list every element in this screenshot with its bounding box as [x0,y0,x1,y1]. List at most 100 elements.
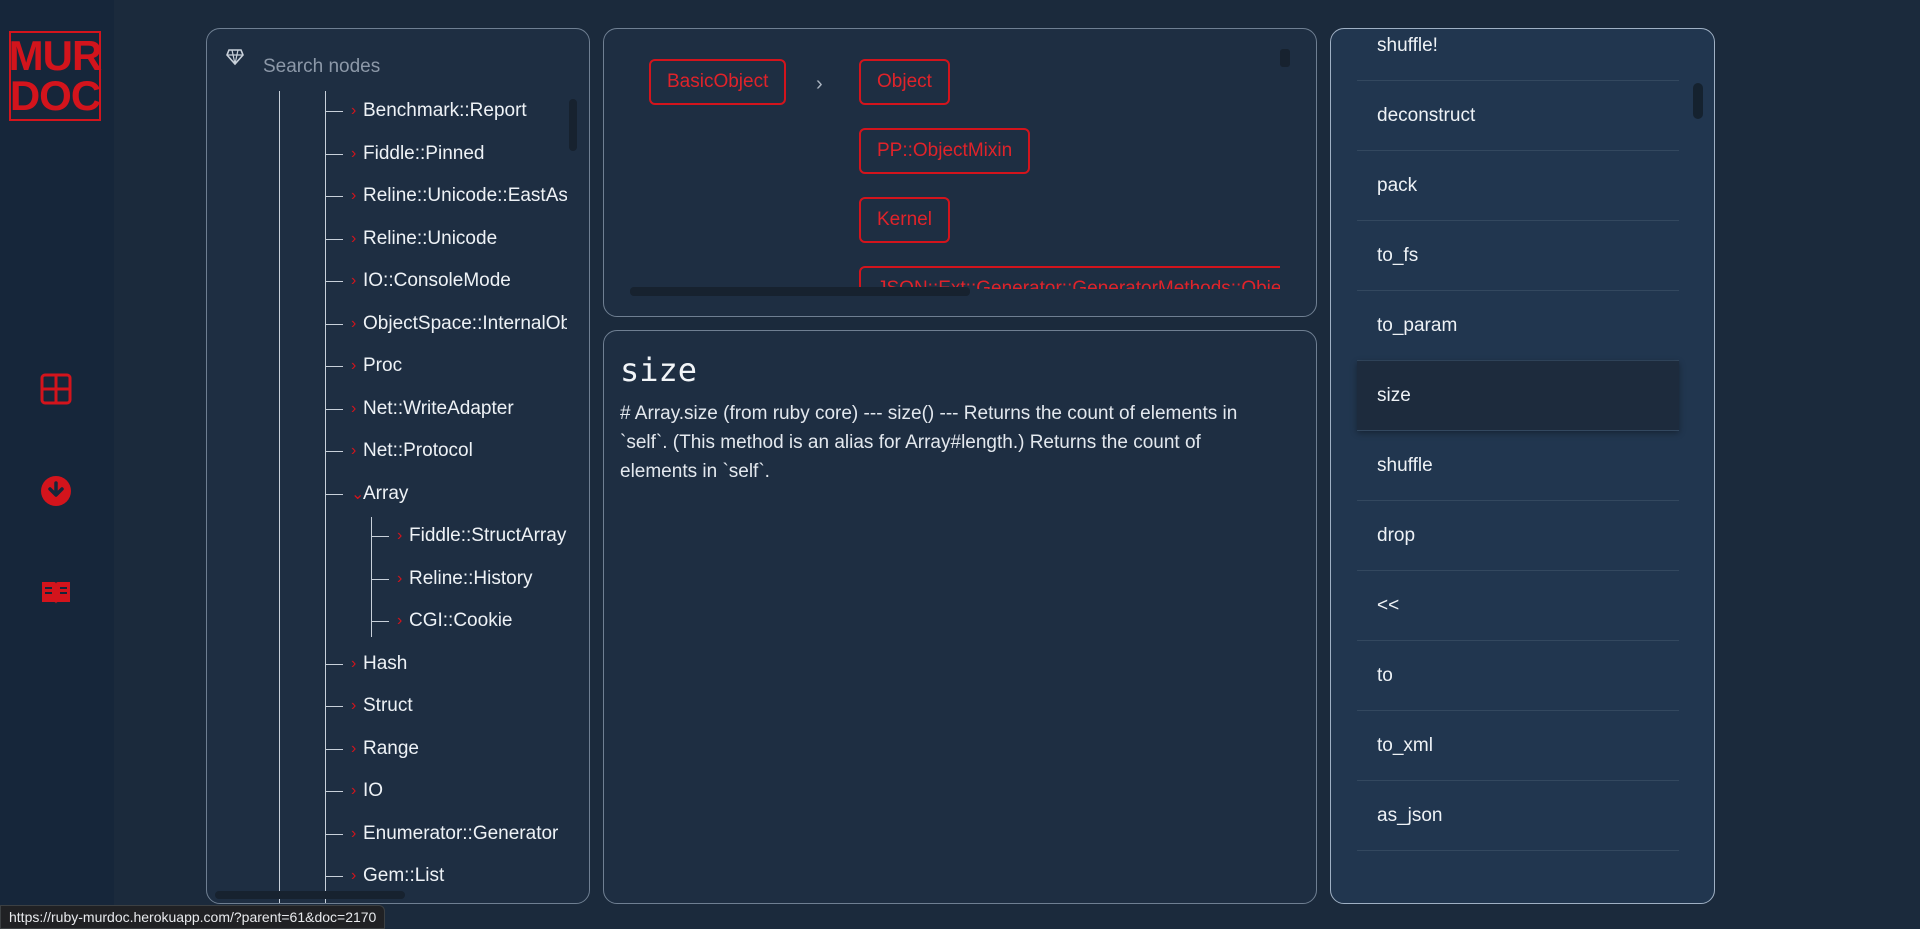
chevron-right-icon[interactable]: › [351,145,363,163]
tree-connector [325,110,343,112]
tree-node[interactable]: › Net::Protocol [325,436,473,466]
ancestor-chip[interactable]: Kernel [859,197,950,243]
chevron-right-icon[interactable]: › [351,442,363,460]
tree-node-label: IO::ConsoleMode [363,270,511,291]
chevron-right-icon[interactable]: › [397,612,409,630]
method-item[interactable]: shuffle [1357,431,1679,501]
tree-connector [325,365,343,367]
tree-node[interactable]: › Reline::History [371,564,533,594]
tree-node-label: Fiddle::StructArray [409,525,567,546]
chevron-right-icon[interactable]: › [351,102,363,120]
tree-vertical-scrollbar[interactable] [569,99,577,151]
search-input[interactable] [261,51,565,83]
ancestor-chip[interactable]: JSON::Ext::Generator::GeneratorMethods::… [859,266,1280,289]
tree-node-label: Benchmark::Report [363,100,527,121]
method-item[interactable]: to_param [1357,291,1679,361]
tree-node-label: Range [363,738,419,759]
method-item[interactable]: size [1357,361,1679,431]
tree-node[interactable]: › CGI::Cookie [371,606,512,636]
search-bar [225,41,245,71]
documentation-panel: size # Array.size (from ruby core) --- s… [603,330,1317,904]
tree-node[interactable]: › Gem::List [325,861,444,891]
tree-connector [325,323,343,325]
chevron-right-icon[interactable]: › [397,527,409,545]
tree-horizontal-scrollbar[interactable] [215,891,405,899]
class-tree-panel: ›Benchmark::Report›Fiddle::Pinned›Reline… [206,28,590,904]
chevron-right-icon[interactable]: › [351,357,363,375]
ancestor-chip[interactable]: Object [859,59,950,105]
chevron-right-icon[interactable]: › [351,187,363,205]
tree-node-label: CGI::Cookie [409,610,513,631]
chevron-down-icon[interactable]: ⌄ [351,484,364,504]
tree-node[interactable]: › Fiddle::StructArray [371,521,566,551]
chevron-right-icon[interactable]: › [351,400,363,418]
tree-node[interactable]: ›ObjectSpace::InternalObjectWrapper [325,309,567,339]
tree-node-label: Fiddle::Pinned [363,143,485,164]
chevron-right-icon[interactable]: › [351,655,363,673]
tree-connector [325,833,343,835]
status-url: https://ruby-murdoc.herokuapp.com/?paren… [0,905,386,929]
tree-node[interactable]: › Struct [325,691,413,721]
method-item[interactable]: << [1357,571,1679,641]
book-icon[interactable] [40,576,72,608]
tree-node-label: Reline::History [409,568,533,589]
method-item[interactable]: to_xml [1357,711,1679,781]
method-item[interactable]: shuffle! [1357,29,1679,81]
chevron-right-icon[interactable]: › [351,697,363,715]
ancestor-chip[interactable]: PP::ObjectMixin [859,128,1031,174]
chevron-right-icon[interactable]: › [351,867,363,885]
tree-connector [325,790,343,792]
tree-node[interactable]: › Benchmark::Report [325,96,527,126]
method-item[interactable]: deconstruct [1357,81,1679,151]
methods-panel: shuffle! deconstruct pack to_fs to_param size… [1330,28,1715,904]
chevron-right-icon[interactable]: › [397,570,409,588]
tree-node[interactable]: › IO [325,776,383,806]
tree-node-label: Proc [363,355,403,376]
method-item[interactable]: to [1357,641,1679,711]
download-icon[interactable] [40,475,72,507]
ancestry-horizontal-scrollbar[interactable] [630,287,970,296]
grid-icon[interactable] [40,373,72,405]
tree-guide-line [279,91,280,903]
tree-node[interactable]: ⌄ Array [325,479,408,509]
tree-node-label: Reline::Unicode [363,228,498,249]
method-item[interactable]: drop [1357,501,1679,571]
tree-node[interactable]: › Hash [325,649,407,679]
tree-node[interactable]: › Fiddle::Pinned [325,139,484,169]
tree-node[interactable]: › Range [325,734,419,764]
ancestry-panel: BasicObject › Object PP::ObjectMixin Ker… [603,28,1317,317]
method-item[interactable]: pack [1357,151,1679,221]
tree-connector [325,153,343,155]
tree-connector [325,450,343,452]
tree-node[interactable]: › Proc [325,351,402,381]
tree-node[interactable]: › IO::ConsoleMode [325,266,511,296]
tree-node[interactable]: › Reline::Unicode [325,224,497,254]
chevron-right-icon[interactable]: › [351,230,363,248]
chevron-right-icon[interactable]: › [351,825,363,843]
chevron-right-icon[interactable]: › [351,272,363,290]
tree-node-label: Net::WriteAdapter [363,398,514,419]
tree-node[interactable]: › Enumerator::Generator [325,819,558,849]
logo-line-1: MUR [8,32,103,79]
left-rail: MUR DOC [0,0,114,927]
tree-node-label: Struct [363,695,413,716]
methods-vertical-scrollbar[interactable] [1693,83,1703,119]
tree-connector [325,280,343,282]
tree-connector [325,663,343,665]
murdoc-logo[interactable]: MUR DOC [8,31,103,121]
tree-node-label: Net::Protocol [363,440,473,461]
chevron-right-icon[interactable]: › [351,315,363,333]
ancestor-chip-basicobject[interactable]: BasicObject [649,59,787,105]
doc-body: # Array.size (from ruby core) --- size()… [620,403,1238,482]
ancestry-vertical-scrollbar[interactable] [1280,49,1290,67]
chevron-right-icon[interactable]: › [351,782,363,800]
tree-node-label: Enumerator::Generator [363,823,559,844]
method-item[interactable]: as_json [1357,781,1679,851]
tree-connector [371,620,389,622]
tree-node[interactable]: › Net::WriteAdapter [325,394,514,424]
tree-connector [371,535,389,537]
tree-node-label: Hash [363,653,408,674]
tree-node[interactable]: ›Reline::Unicode::EastAsianWidth [325,181,567,211]
chevron-right-icon[interactable]: › [351,740,363,758]
method-item[interactable]: to_fs [1357,221,1679,291]
